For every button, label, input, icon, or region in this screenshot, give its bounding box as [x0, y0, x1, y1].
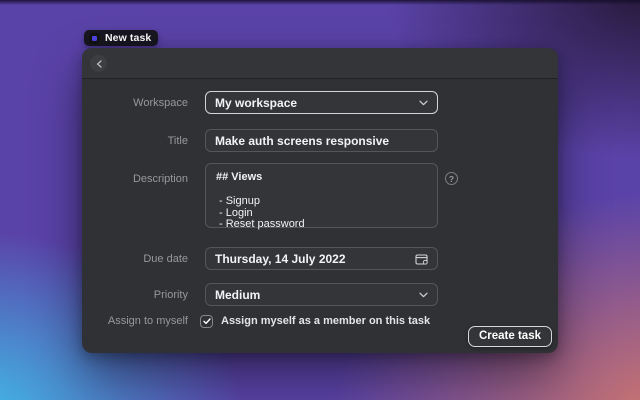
app-icon: [89, 32, 100, 44]
create-task-button[interactable]: Create task: [467, 326, 552, 347]
app-icon-dot: [92, 35, 97, 41]
calendar-icon: [415, 253, 428, 265]
due-date-value: Thursday, 14 July 2022: [215, 251, 346, 266]
priority-label: Priority: [153, 288, 188, 301]
description-row: Description ## Views - Signup - Login - …: [82, 163, 558, 231]
chevron-down-icon: [419, 100, 428, 105]
description-label: Description: [132, 173, 188, 185]
title-value: Make auth screens responsive: [215, 133, 390, 148]
chevron-left-icon: [96, 59, 102, 68]
description-line: - Signup: [219, 195, 260, 207]
new-task-pill: New task: [84, 30, 159, 46]
workspace-row: Workspace My workspace: [82, 91, 558, 114]
priority-value: Medium: [215, 287, 261, 302]
help-icon[interactable]: ?: [445, 172, 458, 185]
title-row: Title Make auth screens responsive: [82, 129, 558, 152]
assign-label: Assign to myself: [107, 315, 188, 327]
priority-select[interactable]: Medium: [205, 283, 438, 306]
back-button[interactable]: [90, 55, 107, 72]
checkmark-icon: [202, 317, 211, 324]
description-heading: ## Views: [216, 171, 263, 183]
description-list: - Signup - Login - Reset password: [216, 195, 427, 231]
due-date-input[interactable]: Thursday, 14 July 2022: [205, 247, 438, 270]
description-line: - Reset password: [219, 218, 305, 230]
description-input[interactable]: ## Views - Signup - Login - Reset passwo…: [205, 163, 438, 231]
chevron-down-icon: [419, 292, 428, 297]
title-input[interactable]: Make auth screens responsive: [205, 129, 438, 152]
window-header: [82, 48, 558, 79]
new-task-window: Workspace My workspace Title Make auth s…: [82, 48, 558, 353]
priority-row: Priority Medium: [82, 283, 558, 306]
workspace-label: Workspace: [133, 96, 188, 109]
assign-checkbox[interactable]: [200, 314, 213, 328]
workspace-select[interactable]: My workspace: [205, 91, 438, 114]
assign-checkbox-text: Assign myself as a member on this task: [221, 315, 431, 327]
workspace-value: My workspace: [215, 95, 298, 110]
due-date-row: Due date Thursday, 14 July 2022: [82, 247, 558, 270]
desktop-background: New task Workspace My workspace Title Ma…: [0, 0, 640, 400]
title-label: Title: [167, 134, 188, 147]
pill-label: New task: [105, 32, 152, 44]
due-date-label: Due date: [143, 252, 188, 265]
